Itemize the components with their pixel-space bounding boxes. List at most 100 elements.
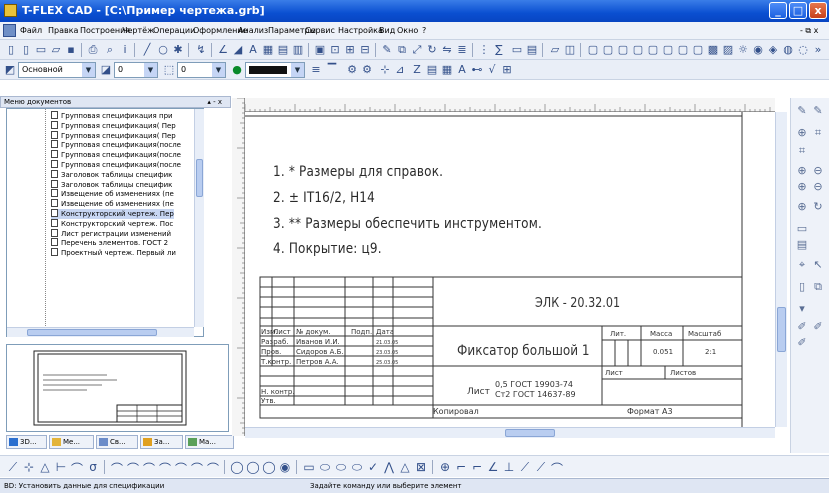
detail-icon[interactable]: ⊞ — [343, 43, 357, 57]
tool-perp-icon[interactable]: ⊥ — [502, 460, 516, 474]
menu-service[interactable]: Сервис — [305, 26, 335, 35]
tab-properties[interactable]: Св... — [96, 435, 138, 449]
layer-select[interactable]: 0 ▼ — [114, 62, 158, 78]
view-iso-icon[interactable]: ▢ — [676, 43, 690, 57]
variables-icon[interactable]: ⋮ — [477, 43, 491, 57]
panel-controls[interactable]: ▴ - x — [207, 97, 222, 107]
view-left-icon[interactable]: ▢ — [616, 43, 630, 57]
model-3d-icon[interactable]: ◫ — [563, 43, 577, 57]
open-folder-icon[interactable]: ▱ — [49, 43, 63, 57]
tree-item[interactable]: Групповая спецификация( Пер — [51, 130, 176, 141]
chevron-down-icon[interactable]: ▼ — [82, 63, 95, 77]
tree-item[interactable]: Лист регистрации изменений — [51, 228, 171, 239]
tab-menu[interactable]: Ме... — [49, 435, 94, 449]
tool-arc6-icon[interactable]: ⌒ — [190, 460, 204, 477]
tree-item[interactable]: Перечень элементов. ГОСТ 2 — [51, 238, 168, 248]
tree-item[interactable]: Извещение об изменениях (пе — [51, 199, 174, 209]
tool-spline-icon[interactable]: σ — [86, 460, 100, 474]
canvas-horizontal-scrollbar[interactable] — [245, 427, 775, 438]
tree-item[interactable]: Групповая спецификация( Пер — [51, 120, 176, 131]
zoom-prev-icon[interactable]: ⊕ — [795, 180, 809, 193]
style-select[interactable]: Основной ▼ — [18, 62, 96, 78]
line-type-icon[interactable]: ≡ — [309, 63, 323, 77]
view-bottom-icon[interactable]: ▢ — [661, 43, 675, 57]
copy-doc-icon[interactable]: ⧉ — [811, 280, 825, 294]
pencil-alt-icon[interactable]: ✎ — [811, 104, 825, 117]
tool-circle3-icon[interactable]: ◯ — [262, 460, 276, 474]
material-icon[interactable]: ◍ — [781, 43, 795, 57]
select-filter-icon[interactable]: ⚙ — [360, 63, 374, 77]
tool-tangent-icon[interactable]: ⟋ — [518, 460, 532, 475]
more-tools-icon[interactable]: » — [811, 43, 825, 57]
snap-icon[interactable]: ↯ — [194, 43, 208, 57]
fit-all-icon[interactable]: ⌗ — [795, 144, 809, 158]
redraw-icon[interactable]: ▤ — [795, 238, 809, 251]
roughness-icon[interactable]: √ — [485, 63, 499, 77]
tab-macros[interactable]: Ма... — [185, 435, 234, 449]
view-right-icon[interactable]: ▢ — [631, 43, 645, 57]
zoom-out-icon[interactable]: ⊖ — [811, 164, 825, 177]
chevron-down-icon[interactable]: ▼ — [212, 63, 225, 77]
color-select[interactable]: ▼ — [245, 62, 305, 78]
new-icon[interactable]: ▯ — [4, 43, 18, 57]
tool-b-icon[interactable]: ✐ — [811, 320, 825, 333]
hatch-icon[interactable]: ▦ — [261, 43, 275, 57]
tree-item[interactable]: Заголовок таблицы специфик — [51, 179, 172, 190]
tree-item[interactable]: Групповая спецификация(после — [51, 160, 181, 170]
tree-vertical-scrollbar[interactable] — [194, 109, 204, 327]
tool-arc3-icon[interactable]: ⌒ — [142, 460, 156, 477]
pan-icon[interactable]: ⊕ — [795, 200, 809, 213]
table-icon[interactable]: ▤ — [276, 43, 290, 57]
section-icon[interactable]: ⊟ — [358, 43, 372, 57]
menu-drawing[interactable]: Чертёж — [122, 26, 154, 35]
texts-icon[interactable]: A — [455, 63, 469, 77]
line-icon[interactable]: ╱ — [140, 43, 154, 57]
tolerance-icon[interactable]: ⊞ — [500, 63, 514, 77]
info-icon[interactable]: i — [118, 43, 132, 57]
canvas-vertical-scrollbar[interactable] — [775, 112, 787, 427]
document-props-icon[interactable]: ▯ — [795, 280, 809, 293]
tree-item[interactable]: Конструкторский чертеж. Пер — [51, 209, 174, 219]
snap-lines-icon[interactable]: ⊿ — [393, 63, 407, 77]
wire-icon[interactable]: ▨ — [721, 43, 735, 57]
minimize-button[interactable]: _ — [769, 2, 787, 19]
calc-icon[interactable]: ∑ — [492, 43, 506, 57]
copy-icon[interactable]: ⧉ — [395, 43, 409, 57]
dimension-icon[interactable]: ∠ — [216, 43, 230, 57]
tool-fillet-icon[interactable]: ⌒ — [550, 460, 564, 477]
tool-circle2-icon[interactable]: ◯ — [246, 460, 260, 474]
tool-triangle2-icon[interactable]: △ — [398, 460, 412, 474]
tool-corner2-icon[interactable]: ⌐ — [470, 460, 484, 474]
save-icon[interactable]: ▪ — [64, 43, 78, 57]
tool-line-node-icon[interactable]: ⊹ — [22, 460, 36, 474]
tool-box-icon[interactable]: ⊠ — [414, 460, 428, 474]
zoom-next-icon[interactable]: ⊖ — [811, 180, 825, 193]
camera-icon[interactable]: ◉ — [751, 43, 765, 57]
fragment-icon[interactable]: ▣ — [313, 43, 327, 57]
tool-point-icon[interactable]: ⊕ — [438, 460, 452, 474]
tree-horizontal-scrollbar[interactable] — [7, 327, 194, 337]
drawing-canvas[interactable]: 1. * Размеры для справок. 2. ± IT16/2, H… — [245, 112, 775, 427]
menu-edit[interactable]: Правка — [48, 26, 78, 35]
layers-icon[interactable]: ≣ — [455, 43, 469, 57]
workplane-icon[interactable]: ▱ — [548, 43, 562, 57]
tool-arc7-icon[interactable]: ⌒ — [206, 460, 220, 477]
circle-icon[interactable]: ○ — [156, 43, 170, 57]
chevron-down-icon[interactable]: ▼ — [144, 63, 157, 77]
tool-circle1-icon[interactable]: ◯ — [230, 460, 244, 474]
tree-scroll-thumb[interactable] — [196, 159, 203, 197]
tree-item[interactable]: Групповая спецификация(после — [51, 140, 181, 150]
tool-arc1-icon[interactable]: ⌒ — [110, 460, 124, 477]
filter-icon[interactable]: ⚙ — [345, 63, 359, 77]
edit-icon[interactable]: ✎ — [380, 43, 394, 57]
tree-item[interactable]: Заголовок таблицы специфик — [51, 169, 172, 180]
tool-arc4-icon[interactable]: ⌒ — [158, 460, 172, 477]
tool-ellipse3-icon[interactable]: ⬭ — [350, 460, 364, 475]
mirror-icon[interactable]: ⇋ — [440, 43, 454, 57]
node-icon[interactable]: ✱ — [171, 43, 185, 57]
window-icon[interactable]: ▭ — [510, 43, 524, 57]
page-preview[interactable] — [6, 344, 229, 432]
pencil-icon[interactable]: ✎ — [795, 104, 809, 117]
tool-arc-icon[interactable]: ⌒ — [70, 460, 84, 477]
level-select[interactable]: 0 ▼ — [177, 62, 226, 78]
